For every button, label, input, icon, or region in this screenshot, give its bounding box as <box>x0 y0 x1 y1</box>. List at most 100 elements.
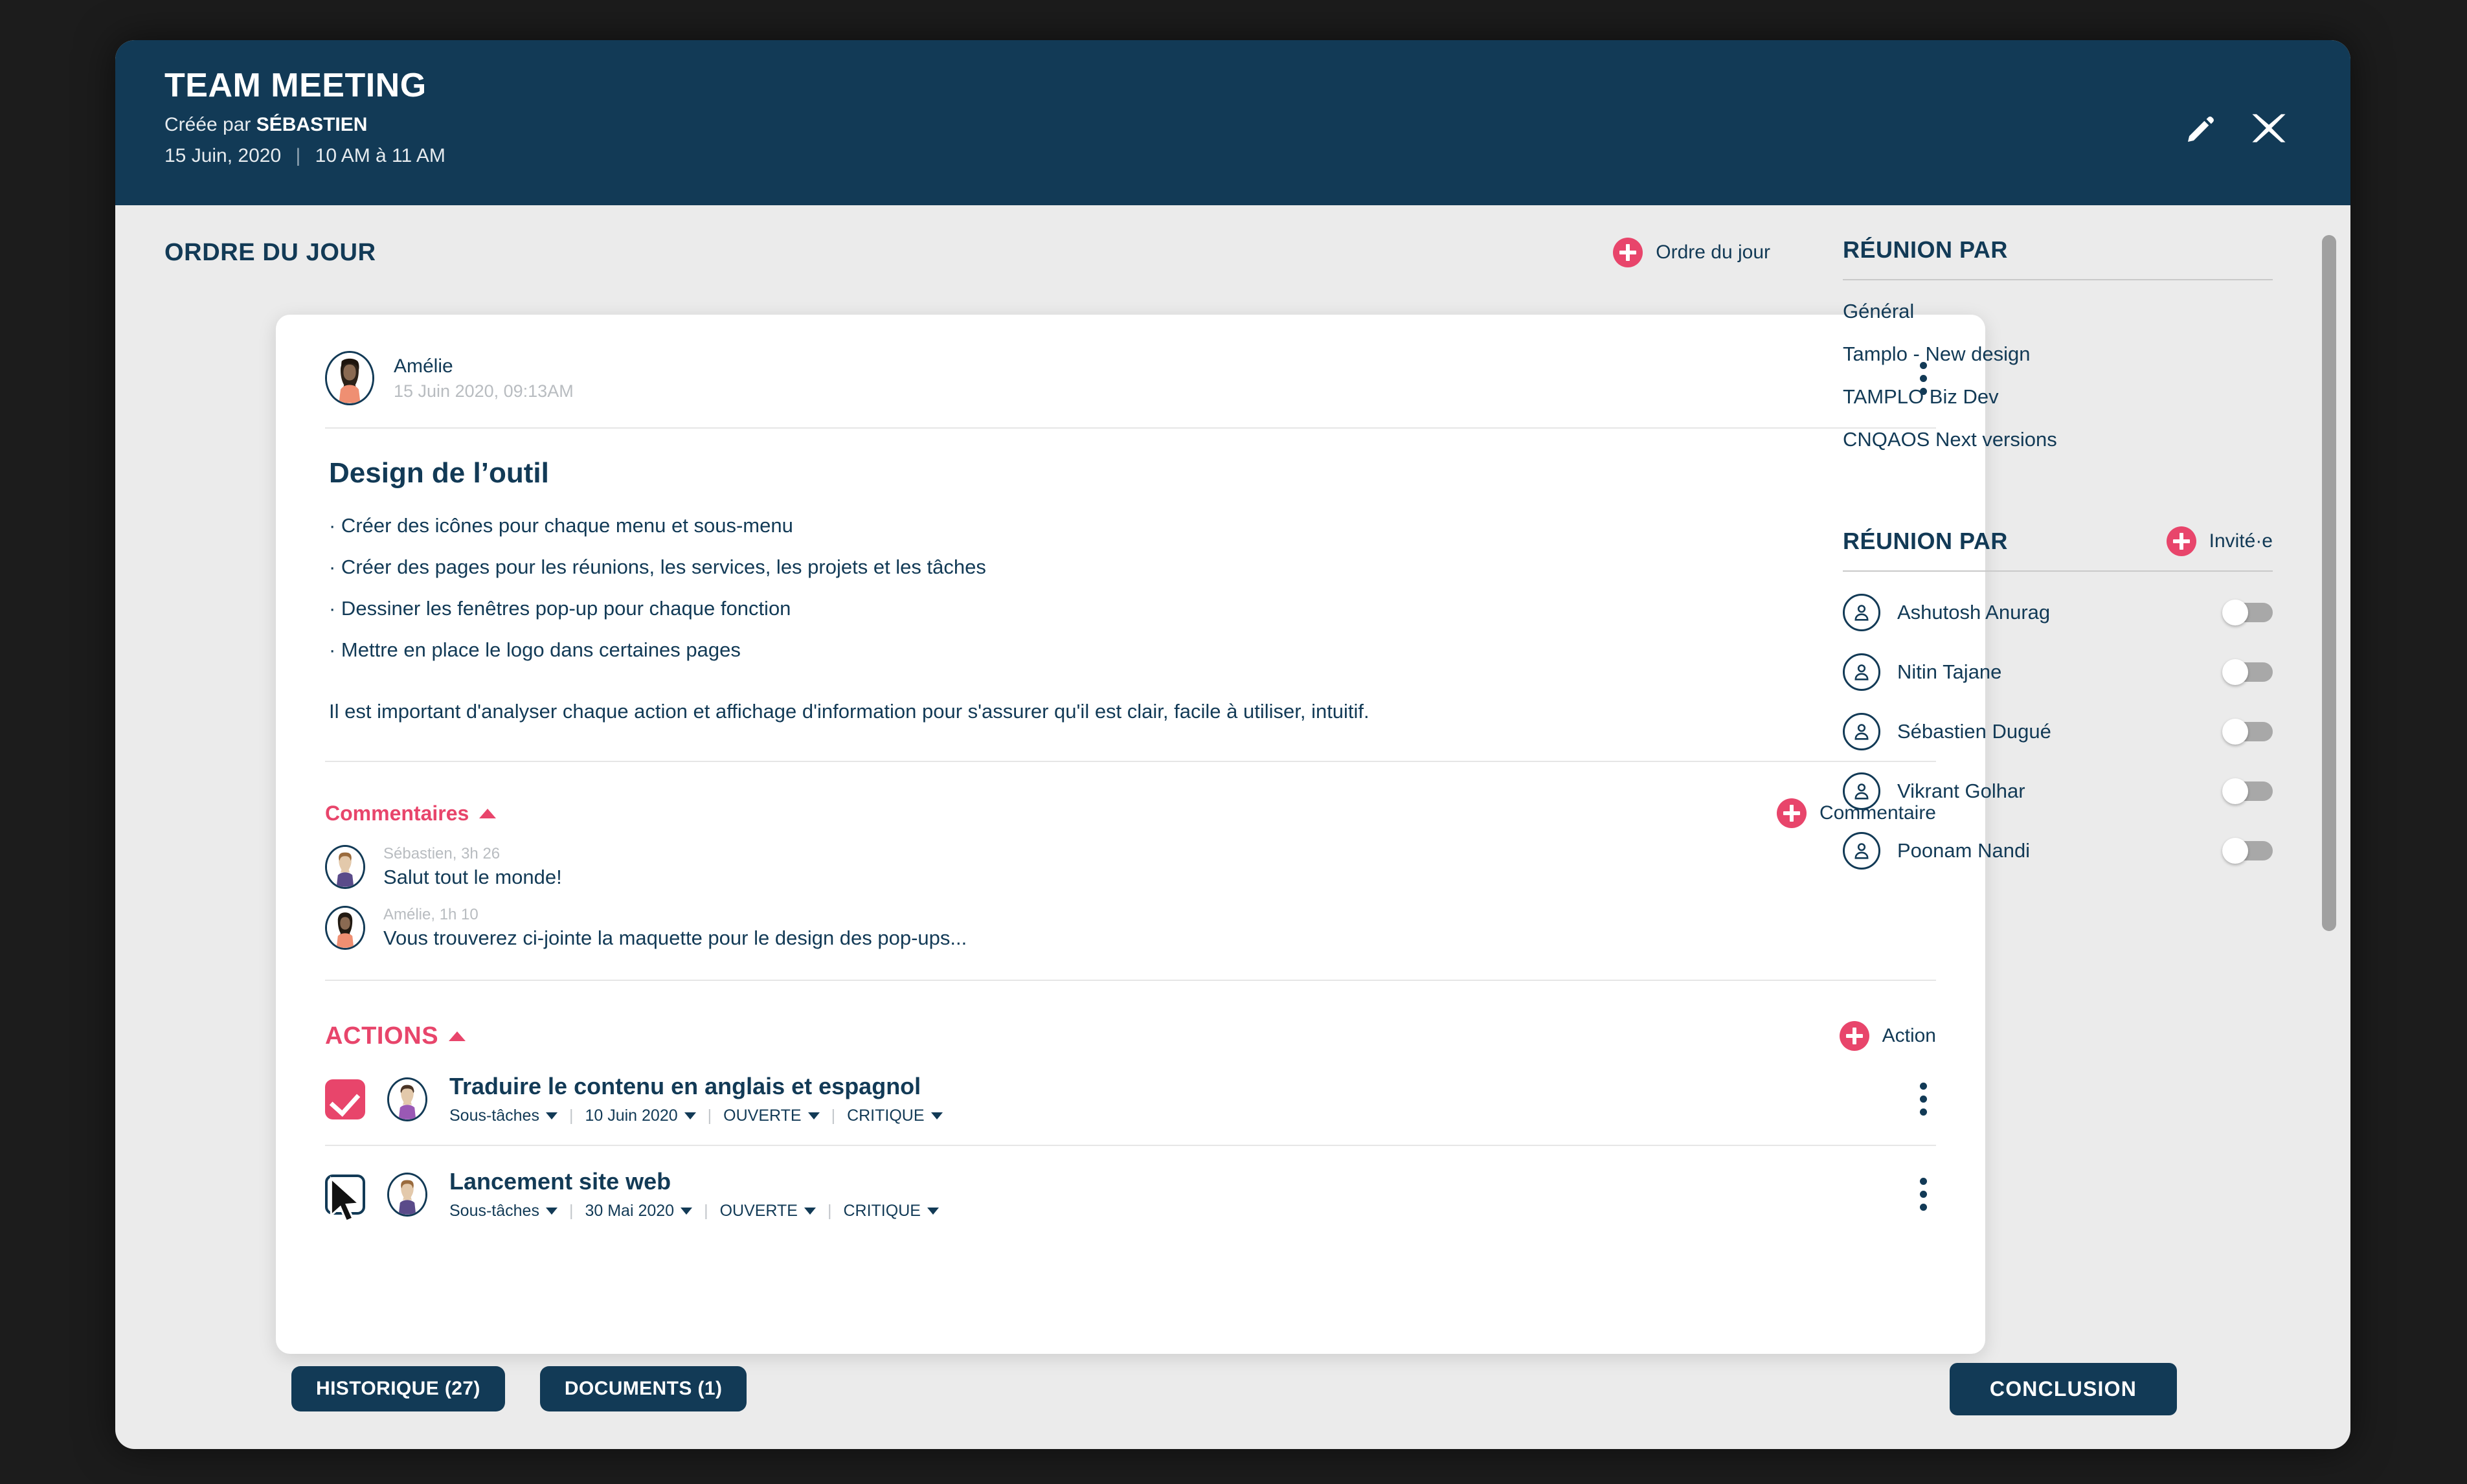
chevron-down-icon <box>545 1112 558 1119</box>
invitee-toggle[interactable] <box>2222 659 2273 685</box>
action-meta: Sous-tâches | 30 Mai 2020 | OUVERTE | CR… <box>449 1202 939 1220</box>
meta-separator: | <box>831 1107 836 1125</box>
datetime-line: 15 Juin, 2020 | 10 AM à 11 AM <box>164 145 445 167</box>
group-item[interactable]: Tamplo - New design <box>1843 343 2273 366</box>
action-checkbox[interactable] <box>325 1079 365 1119</box>
invitee-toggle[interactable] <box>2222 838 2273 864</box>
add-invitee-button[interactable]: Invité·e <box>2166 526 2273 556</box>
footer-left-actions: HISTORIQUE (27) DOCUMENTS (1) <box>291 1366 747 1411</box>
header-actions <box>2185 111 2286 145</box>
action-meta: Sous-tâches | 10 Juin 2020 | OUVERTE | C… <box>449 1107 943 1125</box>
meeting-time: 10 AM à 11 AM <box>315 145 445 166</box>
history-button[interactable]: HISTORIQUE (27) <box>291 1366 505 1411</box>
divider <box>1843 570 2273 572</box>
comments-toggle[interactable]: Commentaires <box>325 801 497 826</box>
group-item[interactable]: TAMPLO Biz Dev <box>1843 385 2273 409</box>
meeting-detail-window: TEAM MEETING Créée par SÉBASTIEN 15 Juin… <box>115 40 2350 1449</box>
meta-separator: | <box>827 1202 832 1220</box>
agenda-bullet: · Dessiner les fenêtres pop-up pour chaq… <box>329 597 791 620</box>
chevron-down-icon <box>545 1208 558 1215</box>
close-icon[interactable] <box>2252 111 2286 145</box>
divider <box>325 980 1936 981</box>
invitee-row: Poonam Nandi <box>1843 832 2273 870</box>
datetime-separator: | <box>295 145 301 166</box>
pencil-icon[interactable] <box>2185 111 2217 145</box>
action-row: Traduire le contenu en anglais et espagn… <box>325 1051 1936 1145</box>
add-agenda-button[interactable]: Ordre du jour <box>1613 238 1770 267</box>
person-icon <box>1843 832 1880 870</box>
invitee-row: Nitin Tajane <box>1843 653 2273 691</box>
action-info: Traduire le contenu en anglais et espagn… <box>449 1073 943 1125</box>
status-dropdown[interactable]: OUVERTE <box>723 1107 820 1125</box>
chevron-down-icon <box>681 1208 693 1215</box>
meta-separator: | <box>569 1202 574 1220</box>
invitee-name: Vikrant Golhar <box>1897 780 2025 802</box>
due-date-dropdown[interactable]: 30 Mai 2020 <box>585 1202 693 1220</box>
subtasks-dropdown[interactable]: Sous-tâches <box>449 1202 558 1220</box>
chevron-down-icon <box>804 1208 816 1215</box>
groups-header: RÉUNION PAR <box>1843 230 2273 270</box>
priority-dropdown[interactable]: CRITIQUE <box>843 1202 939 1220</box>
group-item[interactable]: CNQAOS Next versions <box>1843 428 2273 451</box>
page-title: TEAM MEETING <box>164 67 427 104</box>
action-info: Lancement site web Sous-tâches | 30 Mai … <box>449 1168 939 1220</box>
priority-dropdown[interactable]: CRITIQUE <box>847 1107 943 1125</box>
agenda-bullet: · Créer des icônes pour chaque menu et s… <box>329 514 793 537</box>
comments-label: Commentaires <box>325 801 469 825</box>
comments-header: Commentaires Commentaire <box>325 798 1936 828</box>
avatar <box>387 1172 427 1217</box>
status-dropdown[interactable]: OUVERTE <box>720 1202 816 1220</box>
invitees-header: RÉUNION PAR Invité·e <box>1843 521 2273 561</box>
divider <box>325 427 1936 429</box>
invitees-title: RÉUNION PAR <box>1843 528 2008 554</box>
avatar <box>325 845 365 889</box>
priority-label: CRITIQUE <box>847 1107 925 1125</box>
invitee-row: Vikrant Golhar <box>1843 772 2273 810</box>
invitee-toggle[interactable] <box>2222 719 2273 745</box>
comment-item: Sébastien, 3h 26 Salut tout le monde! <box>325 845 1936 889</box>
chevron-up-icon <box>479 808 497 818</box>
comment-body: Sébastien, 3h 26 Salut tout le monde! <box>383 845 562 889</box>
action-checkbox[interactable] <box>325 1174 365 1215</box>
chevron-down-icon <box>927 1208 939 1215</box>
add-agenda-label: Ordre du jour <box>1656 242 1770 263</box>
agenda-bullet: · Créer des pages pour les réunions, les… <box>329 556 986 578</box>
invitee-toggle[interactable] <box>2222 600 2273 625</box>
header-text-block: TEAM MEETING Créée par SÉBASTIEN 15 Juin… <box>164 66 445 167</box>
meta-separator: | <box>707 1107 712 1125</box>
invitee-name: Sébastien Dugué <box>1897 720 2051 743</box>
invitee-toggle[interactable] <box>2222 778 2273 804</box>
invitee-name: Nitin Tajane <box>1897 660 2002 683</box>
invitees-section: RÉUNION PAR Invité·e Ashutosh Anurag Nit… <box>1843 521 2273 870</box>
due-date-dropdown[interactable]: 10 Juin 2020 <box>585 1107 696 1125</box>
actions-label: ACTIONS <box>325 1022 439 1050</box>
conclusion-button[interactable]: CONCLUSION <box>1949 1362 2177 1415</box>
subtasks-dropdown[interactable]: Sous-tâches <box>449 1107 558 1125</box>
agenda-bullet: · Mettre en place le logo dans certaines… <box>329 638 741 661</box>
action-row: Lancement site web Sous-tâches | 30 Mai … <box>325 1146 1936 1240</box>
due-date-label: 30 Mai 2020 <box>585 1202 675 1220</box>
created-prefix: Créée par <box>164 114 256 135</box>
actions-toggle[interactable]: ACTIONS <box>325 1022 466 1050</box>
invitee-name: Ashutosh Anurag <box>1897 601 2051 624</box>
group-item[interactable]: Général <box>1843 300 2273 323</box>
avatar <box>325 351 374 405</box>
documents-button[interactable]: DOCUMENTS (1) <box>539 1366 747 1411</box>
divider <box>325 761 1936 762</box>
agenda-header-bar: ORDRE DU JOUR Ordre du jour <box>164 230 1770 275</box>
invitee-name: Poonam Nandi <box>1897 839 2031 862</box>
subtasks-label: Sous-tâches <box>449 1202 539 1220</box>
plus-icon <box>2166 526 2196 556</box>
action-title: Traduire le contenu en anglais et espagn… <box>449 1073 921 1099</box>
comment-text: Salut tout le monde! <box>383 866 562 888</box>
author-info: Amélie 15 Juin 2020, 09:13AM <box>394 355 574 401</box>
comment-text: Vous trouverez ci-jointe la maquette pou… <box>383 927 967 949</box>
action-title: Lancement site web <box>449 1168 671 1195</box>
author-timestamp: 15 Juin 2020, 09:13AM <box>394 381 574 401</box>
invitee-row: Ashutosh Anurag <box>1843 594 2273 631</box>
panel-scrollbar[interactable] <box>2322 235 2336 931</box>
plus-icon <box>1613 238 1643 267</box>
groups-title: RÉUNION PAR <box>1843 236 2008 263</box>
chevron-down-icon <box>684 1112 696 1119</box>
comment-meta: Sébastien, 3h 26 <box>383 845 501 862</box>
